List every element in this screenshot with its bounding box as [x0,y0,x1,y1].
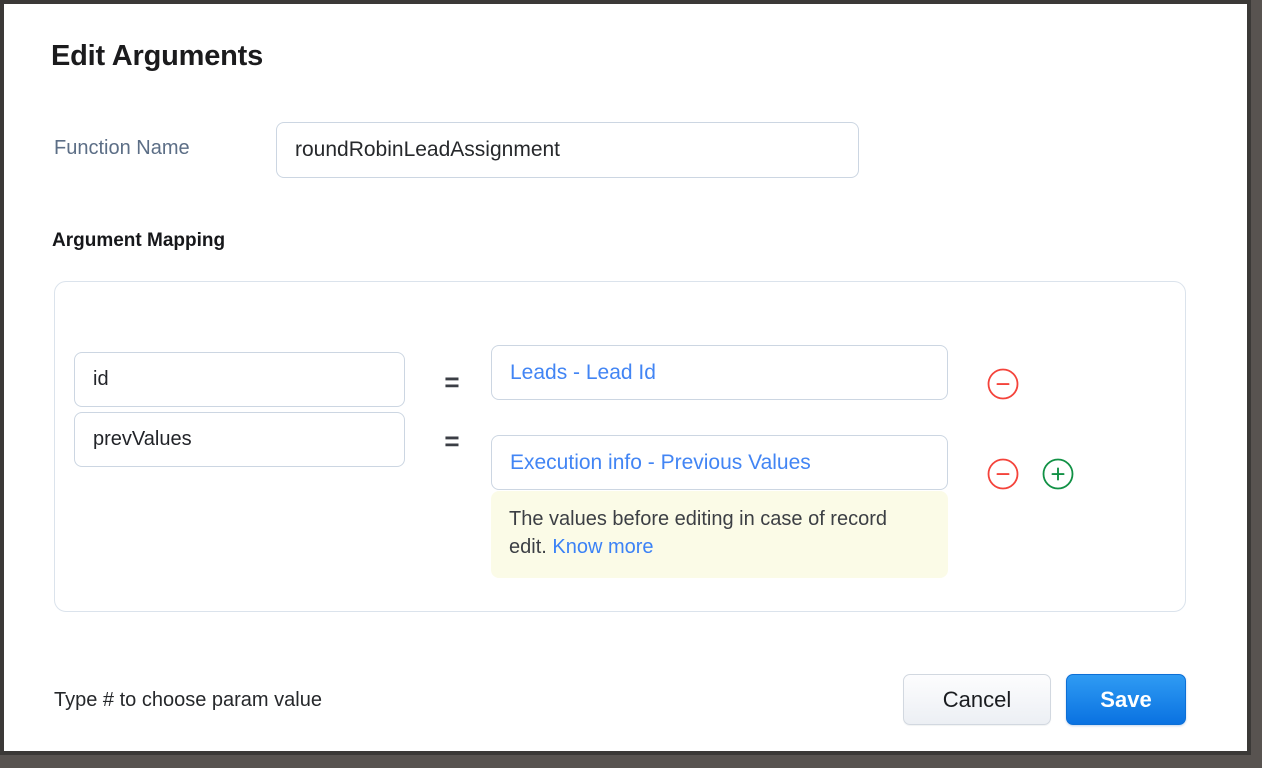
screen-root: Edit Arguments Function Name Argument Ma… [0,0,1262,768]
mapping-row: = [55,317,1185,407]
mapping-row: = [55,412,1185,490]
equals-sign: = [444,426,460,456]
edit-arguments-dialog: Edit Arguments Function Name Argument Ma… [4,4,1247,751]
param-name-input[interactable] [74,412,405,467]
page-title: Edit Arguments [51,40,264,72]
function-name-label: Function Name [54,137,190,159]
minus-circle-icon[interactable] [986,367,1020,401]
function-name-row: Function Name [51,122,1211,178]
cancel-button[interactable]: Cancel [903,674,1051,725]
argument-mapping-panel: = = [54,281,1186,612]
param-value-input[interactable] [491,345,948,400]
plus-circle-icon[interactable] [1041,457,1075,491]
param-value-input[interactable] [491,435,948,490]
function-name-input[interactable] [276,122,859,178]
minus-circle-icon[interactable] [986,457,1020,491]
argument-mapping-title: Argument Mapping [52,230,226,251]
save-button[interactable]: Save [1066,674,1186,725]
footer-hint-text: Type # to choose param value [54,689,322,711]
know-more-link[interactable]: Know more [552,536,653,558]
equals-sign: = [444,367,460,397]
param-name-input[interactable] [74,352,405,407]
window-chrome: Edit Arguments Function Name Argument Ma… [0,0,1251,755]
param-hint-box: The values before editing in case of rec… [491,491,948,578]
